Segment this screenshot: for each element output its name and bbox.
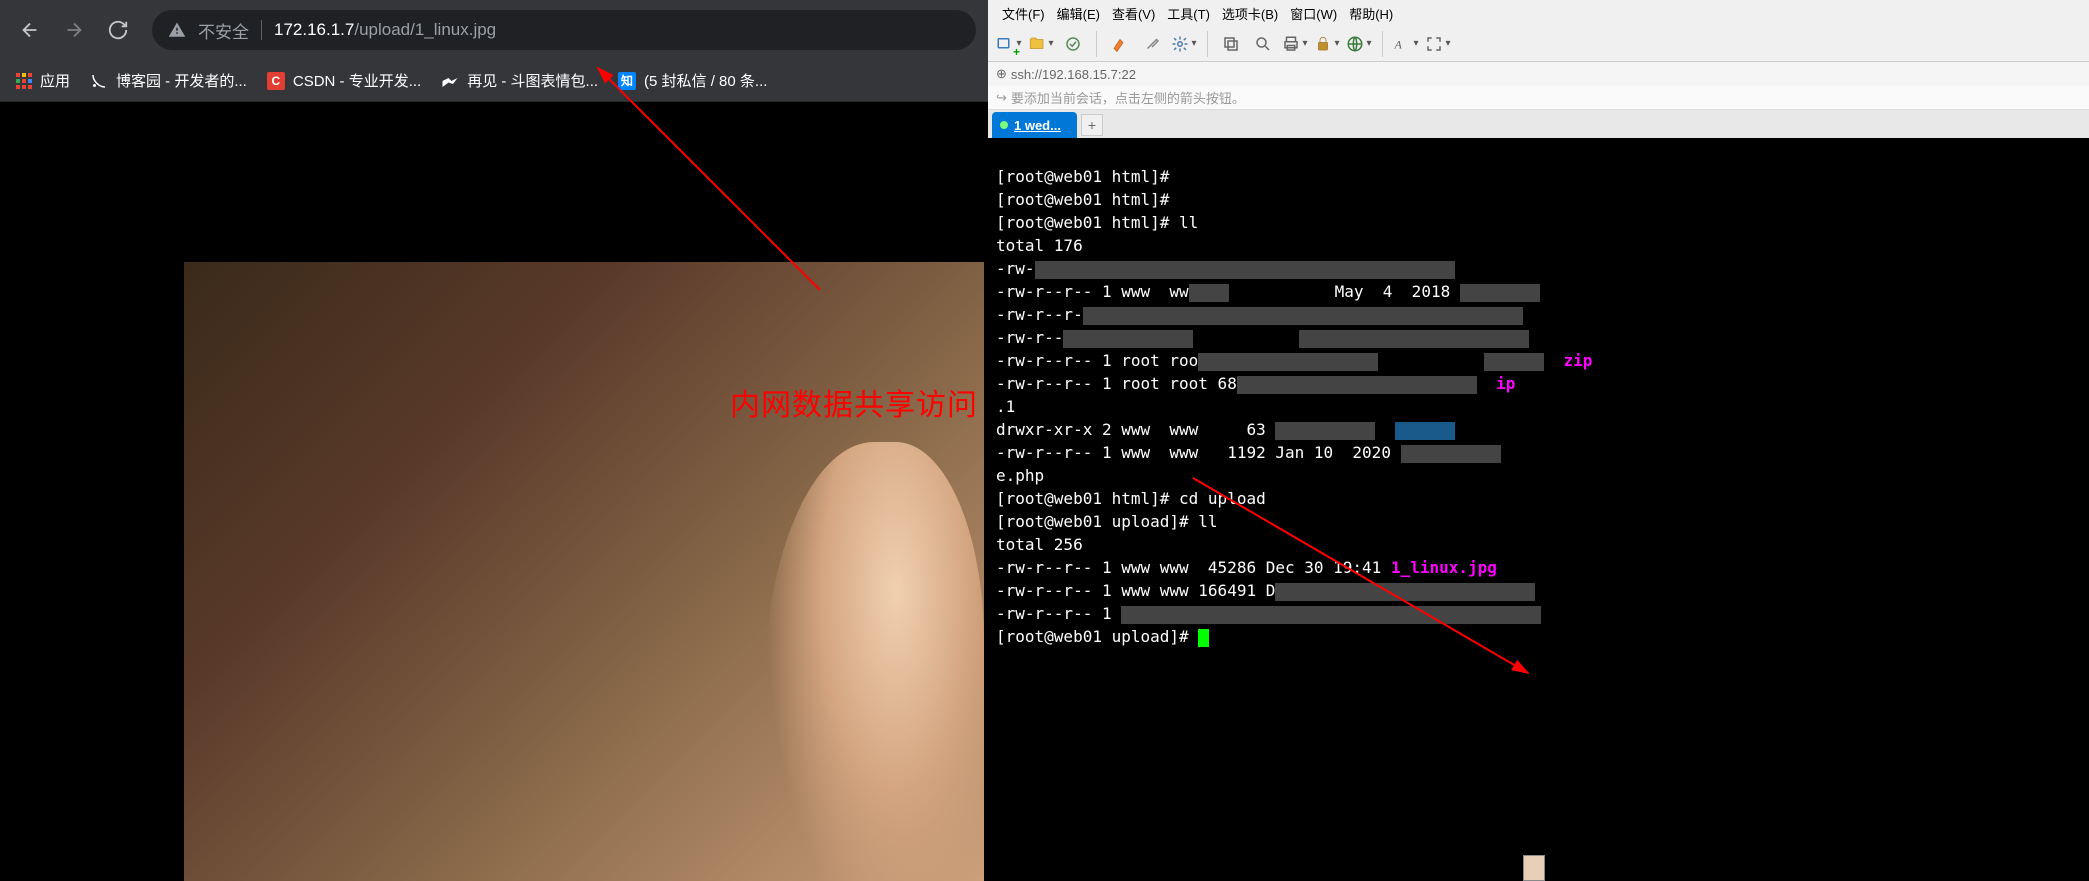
link-icon: ⊕ [996,66,1007,82]
apps-label: 应用 [40,70,70,91]
terminal-output[interactable]: [root@web01 html]# [root@web01 html]# [r… [988,138,2089,881]
lock-button[interactable] [1314,31,1340,57]
arrow-icon: ↪ [996,90,1007,106]
bookmark-cnblogs[interactable]: 博客园 - 开发者的... [90,70,247,91]
tab-session-1[interactable]: 1 wed... [992,112,1077,138]
browser-content [0,102,988,881]
swallow-icon [441,72,459,90]
new-session-button[interactable]: + [996,31,1022,57]
apps-icon [16,73,32,89]
highlight-button[interactable] [1107,31,1133,57]
search-button[interactable] [1250,31,1276,57]
settings-button[interactable] [1171,31,1197,57]
toolbar: + A [988,26,2089,62]
menu-view[interactable]: 查看(V) [1106,2,1161,25]
back-button[interactable] [12,12,48,48]
apps-button[interactable]: 应用 [16,70,70,91]
cnblogs-icon [90,72,108,90]
fullscreen-button[interactable] [1425,31,1451,57]
tab-label: 1 wed... [1014,118,1061,133]
web-button[interactable] [1346,31,1372,57]
ssh-url: ssh://192.168.15.7:22 [1011,67,1136,82]
ssh-address-bar[interactable]: ⊕ ssh://192.168.15.7:22 [988,62,2089,86]
open-button[interactable] [1028,31,1054,57]
image-thumbnail [1523,855,1545,881]
bookmark-label: CSDN - 专业开发... [293,70,421,91]
url-divider [261,20,262,40]
session-hint-bar: ↪ 要添加当前会话，点击左侧的箭头按钮。 [988,86,2089,110]
url-text: 172.16.1.7/upload/1_linux.jpg [274,20,496,40]
menu-window[interactable]: 窗口(W) [1284,2,1343,25]
forward-button[interactable] [56,12,92,48]
add-tab-button[interactable]: + [1081,114,1103,136]
security-label: 不安全 [198,18,249,43]
menu-edit[interactable]: 编辑(E) [1051,2,1106,25]
hint-text: 要添加当前会话，点击左侧的箭头按钮。 [1011,88,1245,107]
bookmark-label: 再见 - 斗图表情包... [467,70,598,91]
print-button[interactable] [1282,31,1308,57]
menu-tools[interactable]: 工具(T) [1161,2,1216,25]
cursor [1198,629,1209,647]
file-1-linux-jpg: 1_linux.jpg [1391,558,1497,577]
bookmark-csdn[interactable]: C CSDN - 专业开发... [267,70,421,91]
menu-help[interactable]: 帮助(H) [1343,2,1399,25]
font-button[interactable]: A [1393,31,1419,57]
eyedropper-button[interactable] [1139,31,1165,57]
url-bar[interactable]: 不安全 172.16.1.7/upload/1_linux.jpg [152,10,976,50]
bookmark-doutu[interactable]: 再见 - 斗图表情包... [441,70,598,91]
image-content [184,262,984,881]
copy-button[interactable] [1218,31,1244,57]
tab-bar: 1 wed... + [988,110,2089,138]
browser-window: 不安全 172.16.1.7/upload/1_linux.jpg 应用 博客园… [0,0,988,881]
connect-button[interactable] [1060,31,1086,57]
bookmark-label: 博客园 - 开发者的... [116,70,247,91]
annotation-text: 内网数据共享访问 [730,380,978,424]
menu-tabs[interactable]: 选项卡(B) [1216,2,1284,25]
insecure-icon [168,21,186,39]
terminal-app-window: 文件(F) 编辑(E) 查看(V) 工具(T) 选项卡(B) 窗口(W) 帮助(… [988,0,2089,881]
menu-bar: 文件(F) 编辑(E) 查看(V) 工具(T) 选项卡(B) 窗口(W) 帮助(… [988,0,2089,26]
bookmarks-bar: 应用 博客园 - 开发者的... C CSDN - 专业开发... 再见 - 斗… [0,60,988,102]
annotation-arrow-1 [590,60,830,300]
csdn-icon: C [267,72,285,90]
browser-nav-bar: 不安全 172.16.1.7/upload/1_linux.jpg [0,0,988,60]
svg-text:A: A [1394,37,1403,51]
menu-file[interactable]: 文件(F) [996,2,1051,25]
reload-button[interactable] [100,12,136,48]
